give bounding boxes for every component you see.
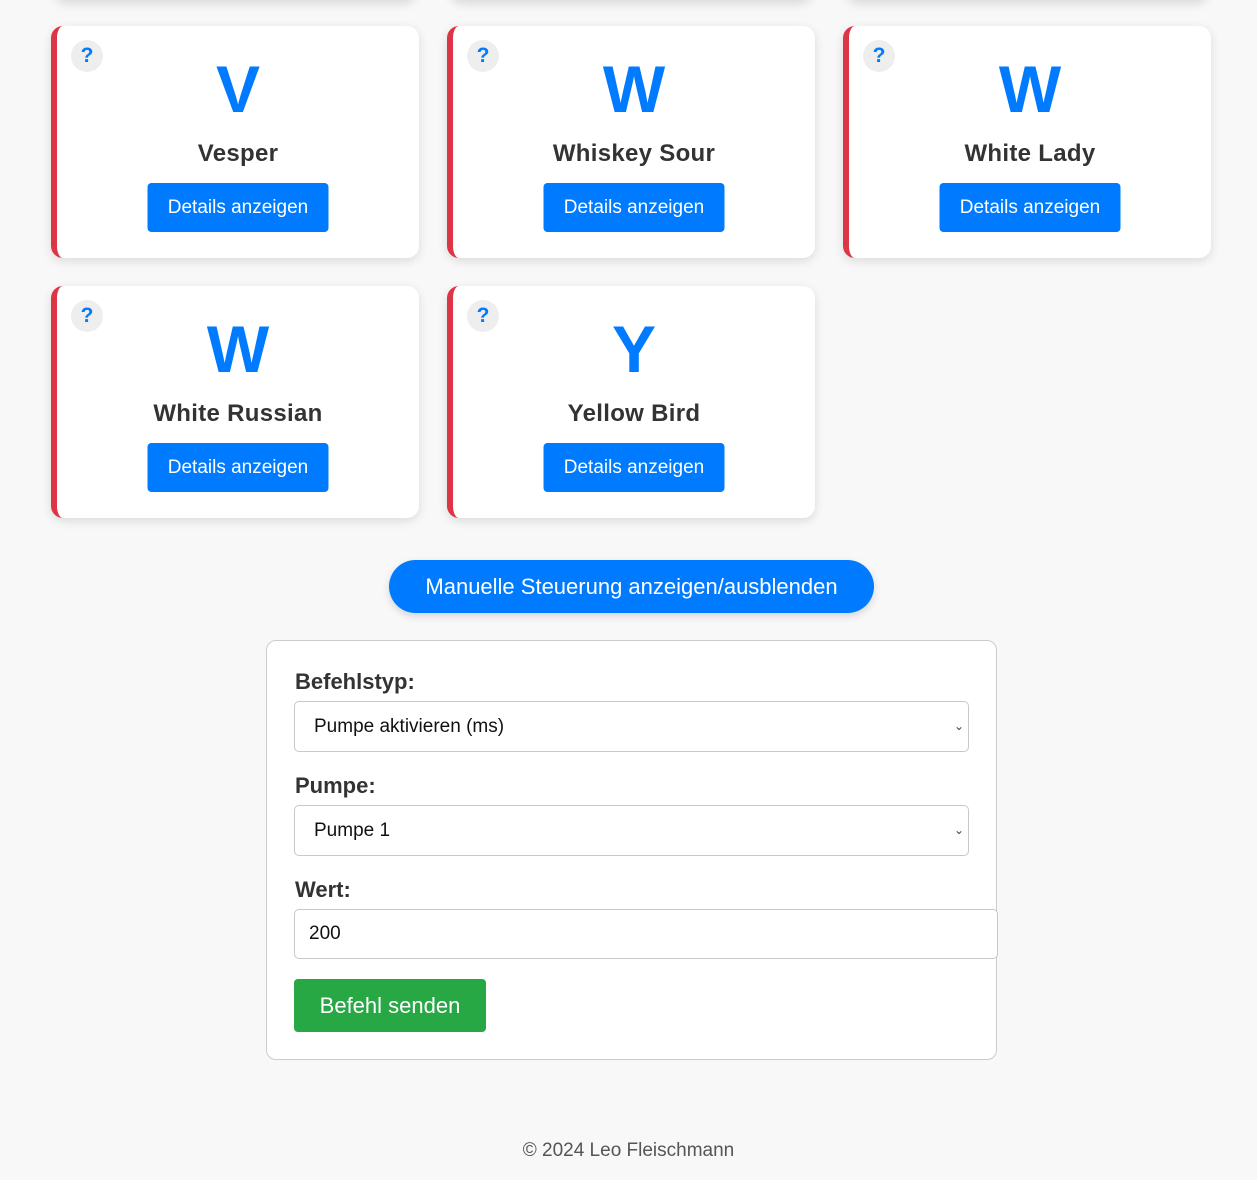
cocktail-card-white-russian: ? W White Russian Details anzeigen <box>51 286 419 518</box>
footer-copyright: © 2024 Leo Fleischmann <box>522 1140 735 1161</box>
details-button[interactable]: Details anzeigen <box>543 183 725 232</box>
command-type-select[interactable]: Pumpe aktivieren (ms) ⌄ <box>294 701 969 752</box>
pump-label: Pumpe: <box>295 773 376 798</box>
card-title: Vesper <box>197 140 279 167</box>
value-input[interactable]: 200 <box>294 909 998 959</box>
card-initial: W <box>602 52 666 126</box>
chevron-down-icon: ⌄ <box>953 823 964 837</box>
card-title: White Lady <box>964 140 1096 167</box>
command-type-label: Befehlstyp: <box>295 669 415 694</box>
card-title: Whiskey Sour <box>552 140 716 167</box>
manual-control-panel: Befehlstyp: Pumpe aktivieren (ms) ⌄ Pump… <box>266 640 998 1060</box>
pump-select[interactable]: Pumpe 1 ⌄ <box>294 805 969 856</box>
pump-value: Pumpe 1 <box>314 820 391 841</box>
details-button[interactable]: Details anzeigen <box>939 183 1121 232</box>
details-button[interactable]: Details anzeigen <box>147 443 329 492</box>
cocktail-card-yellow-bird: ? Y Yellow Bird Details anzeigen <box>447 286 815 518</box>
card-title: White Russian <box>153 400 323 427</box>
toggle-manual-control-button[interactable]: Manuelle Steuerung anzeigen/ausblenden <box>389 560 874 613</box>
cocktail-card-whiskey-sour: ? W Whiskey Sour Details anzeigen <box>447 26 815 258</box>
card-initial: W <box>206 312 270 386</box>
card-initial: Y <box>611 312 657 386</box>
value-label: Wert: <box>295 877 351 902</box>
card-initial: V <box>215 52 261 126</box>
chevron-down-icon: ⌄ <box>953 719 964 733</box>
card-title: Yellow Bird <box>567 400 701 427</box>
send-command-button[interactable]: Befehl senden <box>294 979 486 1032</box>
card-initial: W <box>998 52 1062 126</box>
cocktail-card-white-lady: ? W White Lady Details anzeigen <box>843 26 1211 258</box>
details-button[interactable]: Details anzeigen <box>147 183 329 232</box>
page: ? V Vesper Details anzeigen ? W Whiskey … <box>0 0 1257 1180</box>
details-button[interactable]: Details anzeigen <box>543 443 725 492</box>
command-type-value: Pumpe aktivieren (ms) <box>314 716 505 737</box>
cocktail-card-vesper: ? V Vesper Details anzeigen <box>51 26 419 258</box>
